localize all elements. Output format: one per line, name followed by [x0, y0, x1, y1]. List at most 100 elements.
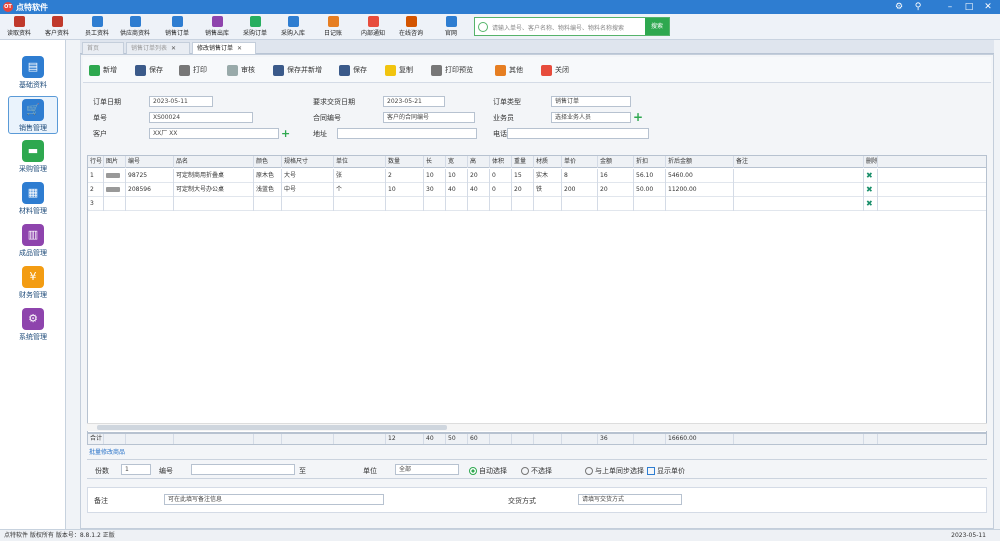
table-cell[interactable]: 实木 [534, 169, 562, 183]
table-cell[interactable]: 40 [468, 183, 490, 197]
unit-select[interactable]: 全部 [395, 464, 459, 475]
table-cell[interactable]: 11200.00 [666, 183, 734, 197]
table-cell[interactable] [490, 197, 512, 211]
table-cell[interactable]: 可定制商用折叠桌 [174, 169, 254, 183]
sidebar-item-basic-data[interactable]: ▤ 基础资料 [8, 54, 58, 92]
tab-sales-order-list[interactable]: 销售订单列表 ✕ [126, 42, 190, 54]
table-cell[interactable]: 5460.00 [666, 169, 734, 183]
table-cell[interactable] [734, 183, 864, 197]
settings-icon[interactable]: ⚙ [893, 1, 905, 13]
column-header[interactable]: 图片 [104, 156, 126, 168]
table-cell[interactable]: 20 [512, 183, 534, 197]
tab-home[interactable]: 首页 [82, 42, 124, 54]
toolbar-suppliers[interactable]: 供应商资料 [116, 15, 154, 39]
toolbar-journal[interactable]: 日记账 [314, 15, 352, 39]
toolbar-read-data[interactable]: 读取资料 [0, 15, 38, 39]
table-cell[interactable] [334, 197, 386, 211]
table-cell[interactable]: 8 [562, 169, 598, 183]
toolbar-purchase-order[interactable]: 采购订单 [236, 15, 274, 39]
table-cell[interactable]: 10 [386, 183, 424, 197]
column-header[interactable]: 宽 [446, 156, 468, 168]
scroll-thumb[interactable] [97, 425, 447, 430]
table-cell[interactable]: 3 [88, 197, 104, 211]
table-cell[interactable]: 200 [562, 183, 598, 197]
table-cell[interactable]: 个 [334, 183, 386, 197]
column-header[interactable]: 数量 [386, 156, 424, 168]
maximize-icon[interactable]: □ [963, 1, 975, 13]
radio-sync[interactable]: 与上单同步选择 [585, 466, 644, 476]
table-cell[interactable]: 大号 [282, 169, 334, 183]
table-cell[interactable] [446, 197, 468, 211]
table-cell[interactable] [734, 169, 864, 183]
audit-button[interactable]: 审核 [227, 62, 255, 78]
column-header[interactable]: 编号 [126, 156, 174, 168]
sidebar-item-system[interactable]: ⚙ 系统管理 [8, 306, 58, 344]
customer-field[interactable]: XX厂 XX [149, 128, 279, 139]
order-date-field[interactable]: 2023-05-11 [149, 96, 213, 107]
column-header[interactable]: 重量 [512, 156, 534, 168]
table-cell[interactable]: 2 [88, 183, 104, 197]
delete-row-icon[interactable]: ✖ [864, 169, 878, 183]
batch-edit-link[interactable]: 批量修改商品 [89, 447, 125, 456]
column-header[interactable]: 体积 [490, 156, 512, 168]
table-cell[interactable] [634, 197, 666, 211]
minimize-icon[interactable]: – [944, 1, 956, 13]
table-cell[interactable]: 10 [424, 169, 446, 183]
save-button-2[interactable]: 保存 [339, 62, 367, 78]
close-tab-icon[interactable]: ✕ [171, 45, 176, 52]
add-salesman-icon[interactable]: + [633, 110, 643, 124]
toolbar-employees[interactable]: 员工资料 [78, 15, 116, 39]
table-cell[interactable]: 1 [88, 169, 104, 183]
column-header[interactable]: 备注 [734, 156, 864, 168]
save-and-new-button[interactable]: 保存并新增 [273, 62, 322, 78]
column-header[interactable]: 长 [424, 156, 446, 168]
print-preview-button[interactable]: 打印预览 [431, 62, 473, 78]
column-header[interactable]: 规格尺寸 [282, 156, 334, 168]
table-cell[interactable]: 浅蓝色 [254, 183, 282, 197]
radio-auto[interactable]: 自动选择 [469, 466, 507, 476]
toolbar-purchase-inbound[interactable]: 采购入库 [274, 15, 312, 39]
table-row[interactable]: 2 208596 可定制大号办公桌 浅蓝色 中号个 10 30 40 40 0 20 铁 200 20 50… [88, 183, 986, 197]
table-cell[interactable]: 2 [386, 169, 424, 183]
table-cell[interactable] [512, 197, 534, 211]
table-cell[interactable]: 0 [490, 169, 512, 183]
table-cell[interactable] [424, 197, 446, 211]
column-header[interactable]: 高 [468, 156, 490, 168]
search-input[interactable]: 请输入单号、客户名称、物料编号、物料名称搜索 [492, 23, 624, 32]
add-customer-icon[interactable]: + [281, 127, 290, 140]
table-cell[interactable] [534, 197, 562, 211]
tab-edit-sales-order[interactable]: 修改销售订单 ✕ [192, 42, 256, 54]
toolbar-sales-order[interactable]: 销售订单 [158, 15, 196, 39]
order-type-select[interactable]: 销售订单 [551, 96, 631, 107]
column-header[interactable]: 颜色 [254, 156, 282, 168]
table-cell[interactable] [734, 197, 864, 211]
column-header[interactable]: 金额 [598, 156, 634, 168]
sidebar-item-sales[interactable]: 🛒 销售管理 [8, 96, 58, 134]
more-button[interactable]: 其他 [495, 62, 523, 78]
toolbar-website[interactable]: 官网 [432, 15, 470, 39]
table-cell[interactable] [386, 197, 424, 211]
toolbar-sales-outbound[interactable]: 销售出库 [198, 15, 236, 39]
column-header[interactable]: 行号 [88, 156, 104, 168]
column-header[interactable]: 删除 [864, 156, 878, 168]
toolbar-customers[interactable]: 客户资料 [38, 15, 76, 39]
sidebar-item-products[interactable]: ▥ 成品管理 [8, 222, 58, 260]
table-cell[interactable]: 16 [598, 169, 634, 183]
table-cell[interactable]: 可定制大号办公桌 [174, 183, 254, 197]
column-header[interactable]: 品名 [174, 156, 254, 168]
from-field[interactable] [191, 464, 295, 475]
show-price-checkbox[interactable]: 显示单价 [647, 466, 685, 476]
column-header[interactable]: 材质 [534, 156, 562, 168]
pin-icon[interactable]: ⚲ [912, 1, 924, 13]
close-button[interactable]: 关闭 [541, 62, 569, 78]
table-cell[interactable] [104, 197, 126, 211]
save-button[interactable]: 保存 [135, 62, 163, 78]
sidebar-item-materials[interactable]: ▦ 材料管理 [8, 180, 58, 218]
delete-row-icon[interactable]: ✖ [864, 183, 878, 197]
salesman-field[interactable]: 选择业务人员 [551, 112, 631, 123]
column-header[interactable]: 单价 [562, 156, 598, 168]
contract-field[interactable]: 客户的合同编号 [383, 112, 475, 123]
phone-field[interactable] [507, 128, 649, 139]
print-button[interactable]: 打印 [179, 62, 207, 78]
sidebar-item-finance[interactable]: ¥ 财务管理 [8, 264, 58, 302]
